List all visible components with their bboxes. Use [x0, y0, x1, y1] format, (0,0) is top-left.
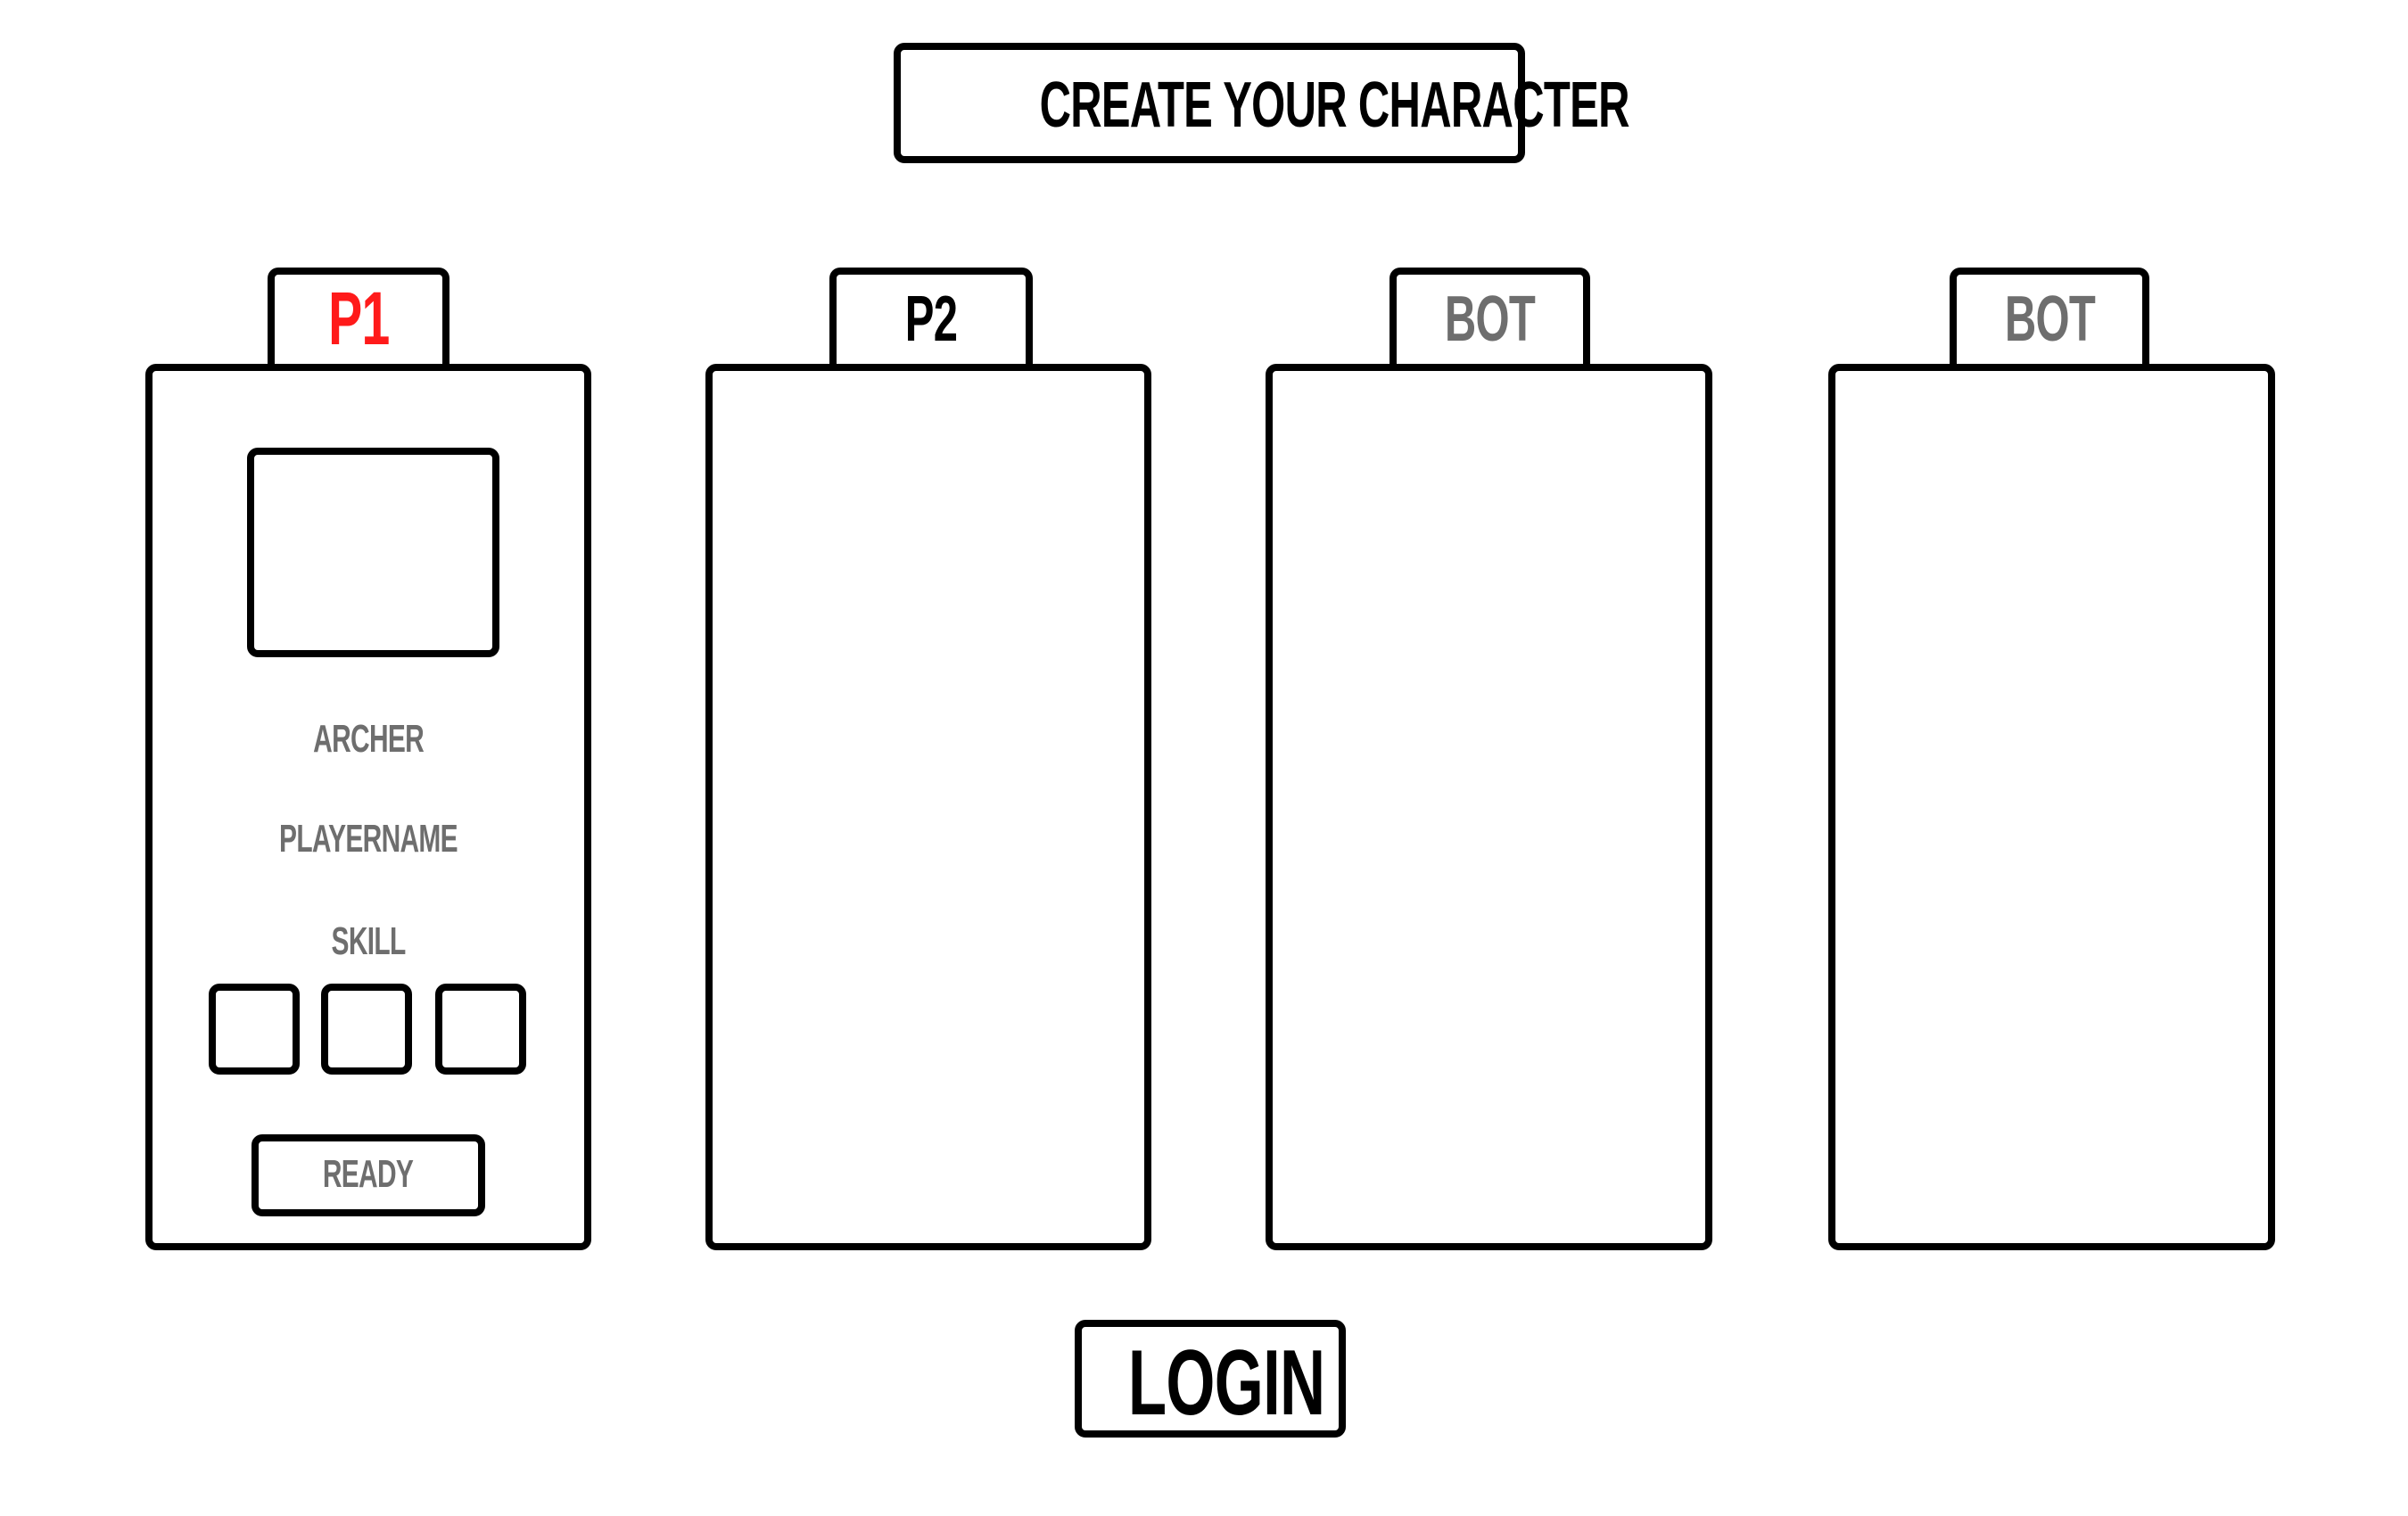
page-title: CREATE YOUR CHARACTER: [1039, 70, 1630, 141]
character-card-p1: ARCHER PLAYERNAME SKILL READY: [145, 364, 591, 1250]
skill-slot-1[interactable]: [209, 984, 300, 1075]
character-card-bot-2: [1828, 364, 2275, 1250]
slot-tab-bot-1[interactable]: BOT: [1390, 268, 1590, 371]
character-card-p2: [705, 364, 1151, 1250]
slot-tab-bot-2[interactable]: BOT: [1950, 268, 2149, 371]
slot-tab-p2[interactable]: P2: [829, 268, 1033, 371]
slot-tab-label: BOT: [1444, 284, 1536, 355]
class-name[interactable]: ARCHER: [153, 717, 584, 762]
character-portrait[interactable]: [247, 448, 499, 657]
character-card-bot-1: [1266, 364, 1712, 1250]
slot-tab-label: BOT: [2004, 284, 2095, 355]
title-banner: CREATE YOUR CHARACTER: [894, 43, 1630, 163]
ready-label: READY: [323, 1152, 414, 1196]
slot-tab-p1[interactable]: P1: [268, 268, 449, 371]
ready-button[interactable]: READY: [252, 1134, 485, 1216]
skill-label: SKILL: [331, 919, 406, 963]
login-button[interactable]: LOGIN: [1075, 1320, 1346, 1438]
slot-tab-label: P2: [904, 284, 958, 355]
login-label: LOGIN: [1127, 1331, 1325, 1435]
player-name[interactable]: PLAYERNAME: [153, 817, 584, 861]
skill-slot-2[interactable]: [321, 984, 412, 1075]
skill-slot-3[interactable]: [435, 984, 526, 1075]
slot-tab-label: P1: [327, 276, 390, 360]
